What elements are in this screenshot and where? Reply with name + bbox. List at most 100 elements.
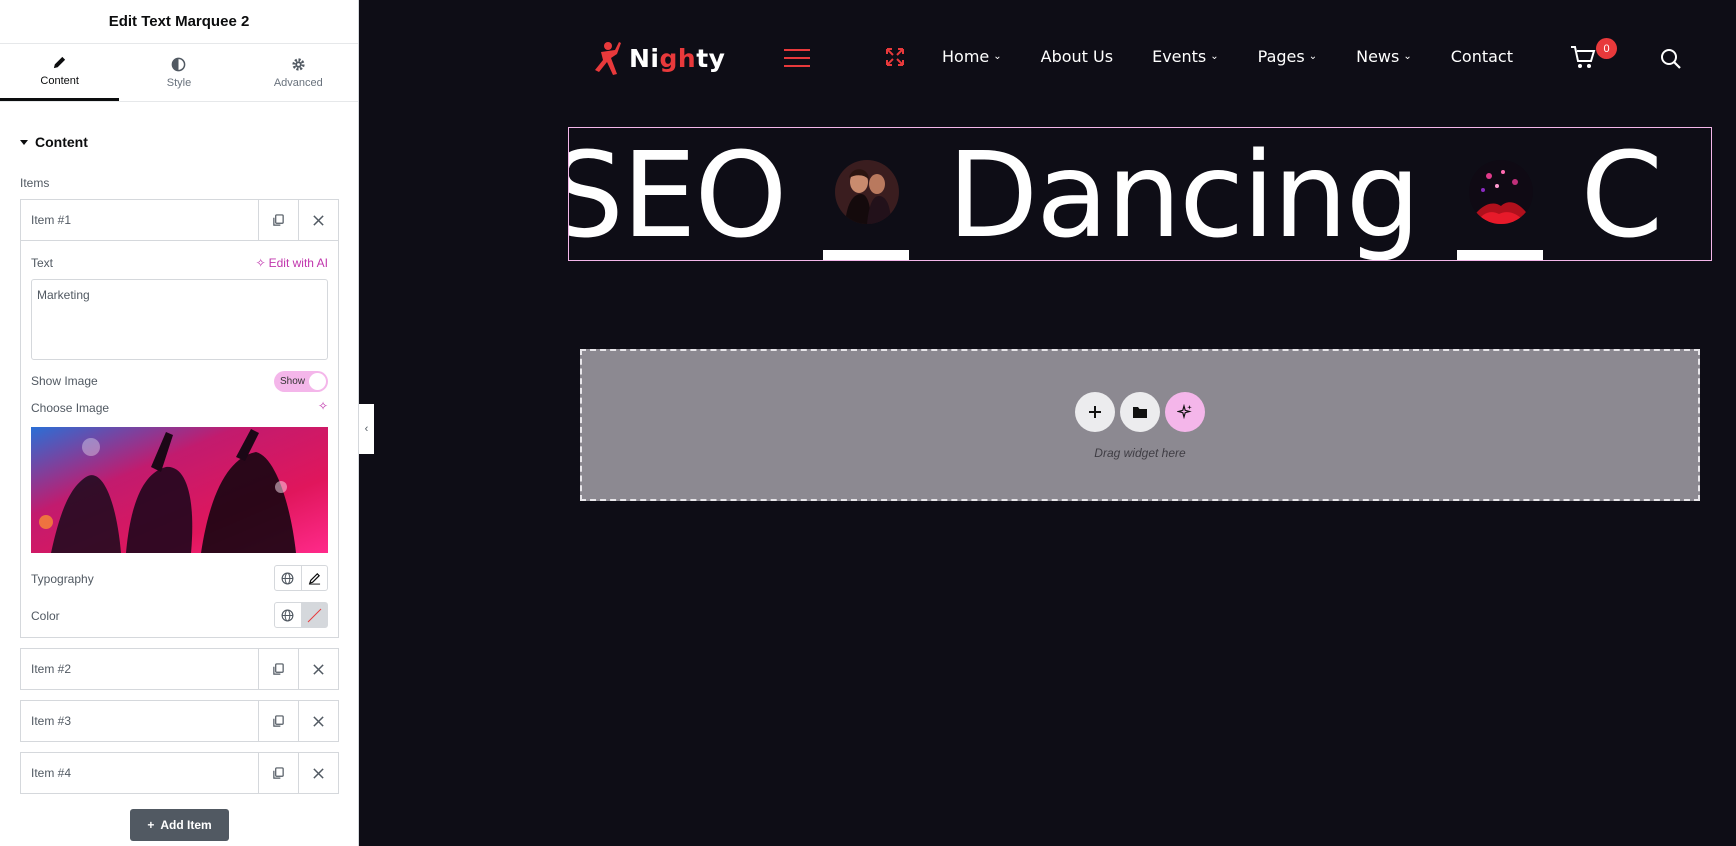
chevron-down-icon: ⌄ <box>1308 51 1318 62</box>
tab-style-label: Style <box>166 76 192 89</box>
tab-advanced[interactable]: Advanced <box>239 44 358 101</box>
marquee-word: SEO <box>568 127 787 261</box>
repeater-item-4[interactable]: Item #4 <box>20 752 339 794</box>
nav-item-news[interactable]: News ⌄ <box>1356 47 1412 66</box>
tab-content[interactable]: Content <box>0 44 120 101</box>
content-section-toggle[interactable]: Content <box>20 134 88 150</box>
nav-item-pages[interactable]: Pages ⌄ <box>1258 47 1317 66</box>
add-item-button[interactable]: + Add Item <box>130 809 229 841</box>
marquee-separator <box>1456 128 1543 260</box>
marquee-word: Dancing <box>947 127 1420 261</box>
edit-with-ai-label: Edit with AI <box>268 256 328 270</box>
nav-item-about[interactable]: About Us <box>1041 47 1113 66</box>
add-item-label: Add Item <box>160 818 212 832</box>
repeater-item-3[interactable]: Item #3 <box>20 700 339 742</box>
nav-item-home[interactable]: Home ⌄ <box>942 47 1002 66</box>
nav-label: Events <box>1152 47 1207 66</box>
close-icon <box>313 767 324 779</box>
close-icon <box>313 214 324 226</box>
party-photo <box>31 427 328 553</box>
hamburger-menu-button[interactable] <box>784 49 810 73</box>
chevron-down-icon: ⌄ <box>1403 51 1412 62</box>
color-label: Color <box>31 609 60 623</box>
pencil-icon <box>54 56 66 69</box>
color-picker-button[interactable] <box>300 603 327 627</box>
nav-item-contact[interactable]: Contact <box>1451 47 1513 66</box>
remove-button[interactable] <box>298 753 338 793</box>
empty-drop-zone[interactable]: Drag widget here <box>580 349 1700 501</box>
text-marquee-widget[interactable]: SEO Dancing C <box>568 127 1712 261</box>
tab-advanced-label: Advanced <box>273 76 323 89</box>
main-nav: Home ⌄ About Us Events ⌄ Pages ⌄ News ⌄ Cont… <box>942 47 1552 66</box>
globe-icon <box>281 572 294 584</box>
toggle-knob <box>309 373 326 390</box>
chevron-down-icon: ⌄ <box>993 51 1002 62</box>
color-global-button[interactable] <box>275 603 301 627</box>
duplicate-button[interactable] <box>258 701 298 741</box>
show-image-toggle[interactable]: Show <box>274 371 328 392</box>
add-section-button[interactable] <box>1075 392 1115 432</box>
copy-icon <box>273 714 284 727</box>
editor-panel: Edit Text Marquee 2 Content Style Advanc… <box>0 0 359 846</box>
close-icon <box>313 663 324 675</box>
search-button[interactable] <box>1660 48 1682 75</box>
caret-down-icon <box>20 139 28 145</box>
globe-icon <box>281 609 294 621</box>
tab-style[interactable]: Style <box>119 44 238 101</box>
section-title: Content <box>35 134 88 150</box>
copy-icon <box>273 213 284 226</box>
remove-button[interactable] <box>298 200 338 240</box>
typography-edit-button[interactable] <box>300 566 328 590</box>
no-color-swatch-icon <box>307 608 322 623</box>
duplicate-button[interactable] <box>258 753 298 793</box>
typography-global-button[interactable] <box>275 566 301 590</box>
show-image-label: Show Image <box>31 374 98 388</box>
site-logo[interactable]: Nighty <box>591 40 725 76</box>
cart-button[interactable] <box>1570 45 1596 74</box>
plus-icon: + <box>147 818 155 832</box>
fullscreen-expand-icon[interactable] <box>885 47 905 72</box>
repeater-item-1-fields: Text ✧ Edit with AI Marketing Show Image… <box>20 241 339 638</box>
marquee-separator <box>823 128 910 260</box>
logo-suffix: ty <box>696 43 726 73</box>
marquee-underline-bar <box>1456 250 1543 260</box>
marquee-track: SEO Dancing C <box>568 127 1663 261</box>
search-icon <box>1661 49 1681 69</box>
panel-tabs: Content Style Advanced <box>0 44 358 102</box>
image-preview[interactable] <box>31 427 328 553</box>
cart-count-badge: 0 <box>1596 38 1617 59</box>
nav-label: About Us <box>1040 47 1114 66</box>
repeater-item-1[interactable]: Item #1 <box>20 199 339 241</box>
repeater-item-title[interactable]: Item #3 <box>21 701 258 741</box>
add-template-button[interactable] <box>1120 392 1160 432</box>
items-label: Items <box>20 176 50 190</box>
marquee-underline-bar <box>823 250 910 260</box>
repeater-item-title[interactable]: Item #4 <box>21 753 258 793</box>
copy-icon <box>273 662 284 675</box>
remove-button[interactable] <box>298 701 338 741</box>
toggle-label: Show <box>280 376 306 387</box>
ai-sparkle-icon[interactable]: ✧ <box>318 399 328 413</box>
folder-icon <box>1133 407 1147 418</box>
repeater-item-2[interactable]: Item #2 <box>20 648 339 690</box>
copy-icon <box>273 766 284 779</box>
text-input[interactable]: Marketing <box>31 279 328 360</box>
site-preview: Nighty Home ⌄ About Us Events ⌄ Pages ⌄ New… <box>359 0 1736 846</box>
duplicate-button[interactable] <box>258 649 298 689</box>
pencil-icon <box>308 572 320 585</box>
tab-content-label: Content <box>40 75 79 87</box>
marquee-word: C <box>1580 127 1663 261</box>
logo-prefix: Ni <box>629 43 660 73</box>
edit-with-ai-button[interactable]: ✧ Edit with AI <box>256 256 328 270</box>
typography-controls <box>274 565 328 591</box>
nav-item-events[interactable]: Events ⌄ <box>1152 47 1219 66</box>
ai-generate-button[interactable] <box>1165 392 1205 432</box>
drop-zone-hint: Drag widget here <box>1094 446 1186 460</box>
repeater-item-title[interactable]: Item #2 <box>21 649 258 689</box>
logo-accent: gh <box>659 43 697 73</box>
duplicate-button[interactable] <box>258 200 298 240</box>
cart-icon <box>1571 46 1596 68</box>
nav-label: Contact <box>1450 47 1513 66</box>
remove-button[interactable] <box>298 649 338 689</box>
repeater-item-title[interactable]: Item #1 <box>21 200 258 240</box>
